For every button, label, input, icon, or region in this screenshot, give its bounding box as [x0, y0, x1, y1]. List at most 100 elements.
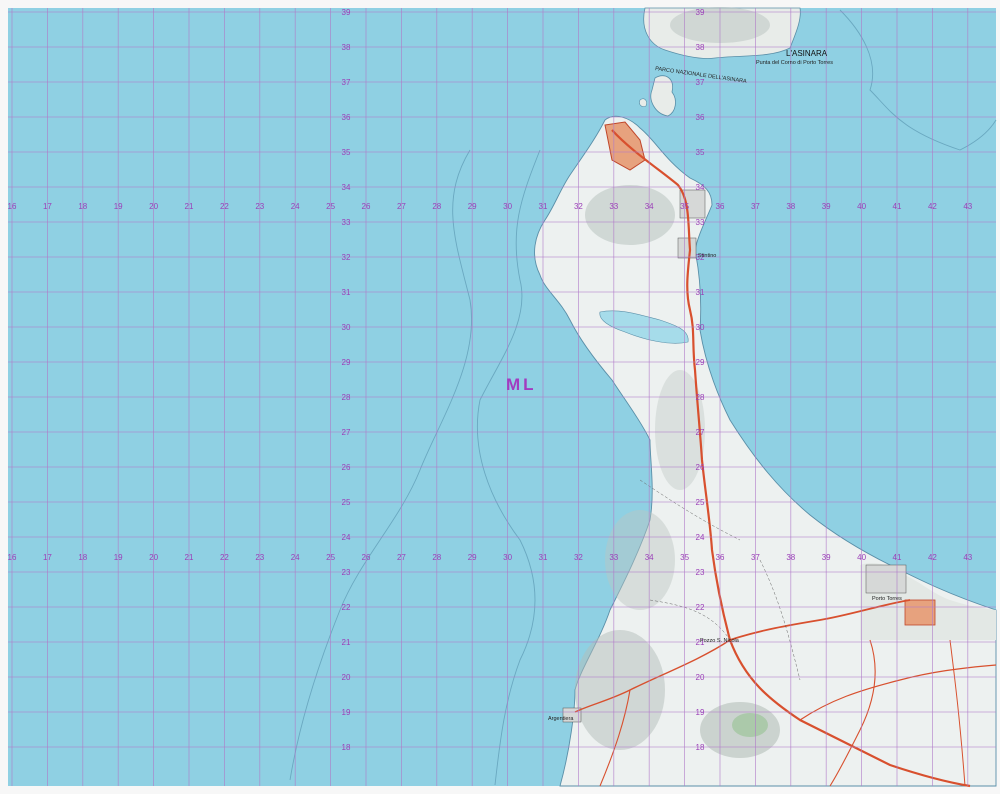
- grid-easting-label: 36: [716, 202, 725, 211]
- grid-northing-label: 37: [342, 78, 351, 87]
- grid-easting-label: 42: [928, 202, 937, 211]
- grid-northing-label: 18: [342, 743, 351, 752]
- grid-northing-label: 22: [342, 603, 351, 612]
- grid-northing-label: 35: [696, 148, 705, 157]
- grid-northing-label: 24: [342, 533, 351, 542]
- small-island: [639, 98, 647, 107]
- grid-northing-label: 20: [696, 673, 705, 682]
- place-label-argentiera: Argentiera: [548, 716, 574, 722]
- grid-easting-label: 19: [114, 202, 123, 211]
- grid-easting-label: 43: [963, 553, 972, 562]
- grid-northing-label: 39: [696, 8, 705, 17]
- grid-northing-label: 28: [342, 393, 351, 402]
- grid-zone-label: ML: [506, 375, 537, 394]
- town-block: [865, 564, 907, 594]
- grid-easting-label: 30: [503, 553, 512, 562]
- grid-easting-label: 34: [645, 202, 654, 211]
- grid-northing-label: 19: [696, 708, 705, 717]
- grid-northing-label: 38: [696, 43, 705, 52]
- grid-northing-label: 26: [342, 463, 351, 472]
- grid-easting-label: 19: [114, 553, 123, 562]
- grid-easting-label: 25: [326, 202, 335, 211]
- grid-northing-label: 23: [342, 568, 351, 577]
- grid-easting-label: 29: [468, 553, 477, 562]
- grid-easting-label: 39: [822, 202, 831, 211]
- grid-easting-label: 22: [220, 202, 229, 211]
- grid-easting-label: 18: [78, 553, 87, 562]
- grid-easting-label: 28: [432, 202, 441, 211]
- grid-northing-label: 38: [342, 43, 351, 52]
- grid-northing-label: 29: [696, 358, 705, 367]
- town-block: [904, 599, 936, 626]
- place-label-pozzo: Pozzo S. Nicola: [700, 638, 740, 644]
- grid-easting-label: 24: [291, 202, 300, 211]
- grid-easting-label: 28: [432, 553, 441, 562]
- grid-easting-label: 16: [8, 202, 17, 211]
- grid-northing-label: 30: [696, 323, 705, 332]
- grid-northing-label: 29: [342, 358, 351, 367]
- grid-easting-label: 35: [680, 202, 689, 211]
- grid-easting-label: 32: [574, 553, 583, 562]
- grid-easting-label: 29: [468, 202, 477, 211]
- place-label-stintino: Stintino: [698, 253, 716, 259]
- grid-easting-label: 40: [857, 553, 866, 562]
- grid-easting-label: 37: [751, 553, 760, 562]
- grid-northing-label: 31: [696, 288, 705, 297]
- grid-easting-label: 22: [220, 553, 229, 562]
- relief-area: [585, 185, 675, 245]
- grid-easting-label: 27: [397, 202, 406, 211]
- grid-northing-label: 36: [696, 113, 705, 122]
- place-label-porto-torres: Porto Torres: [872, 596, 902, 602]
- place-label-asinara-sub: Punta del Corno di Porto Torres: [756, 60, 833, 66]
- grid-northing-label: 27: [342, 428, 351, 437]
- grid-easting-label: 37: [751, 202, 760, 211]
- grid-northing-label: 31: [342, 288, 351, 297]
- grid-northing-label: 28: [696, 393, 705, 402]
- grid-northing-label: 26: [696, 463, 705, 472]
- grid-easting-label: 32: [574, 202, 583, 211]
- town-block: [677, 237, 697, 259]
- map-canvas: 16 16 17 17 18 18 19 19 20 20 21 21 22 22 23 23 24 24 25 25…: [0, 0, 1000, 794]
- grid-northing-label: 22: [696, 603, 705, 612]
- topographic-map: 16 16 17 17 18 18 19 19 20 20 21 21 22 22 23 23 24 24 25 25…: [0, 0, 1000, 794]
- grid-northing-label: 32: [342, 253, 351, 262]
- grid-northing-label: 33: [342, 218, 351, 227]
- grid-northing-label: 25: [342, 498, 351, 507]
- grid-northing-label: 25: [696, 498, 705, 507]
- grid-easting-label: 26: [362, 202, 371, 211]
- grid-easting-label: 35: [680, 553, 689, 562]
- grid-easting-label: 21: [185, 202, 194, 211]
- grid-easting-label: 21: [185, 553, 194, 562]
- grid-easting-label: 33: [609, 202, 618, 211]
- grid-easting-label: 20: [149, 553, 158, 562]
- grid-northing-label: 23: [696, 568, 705, 577]
- grid-northing-label: 39: [342, 8, 351, 17]
- grid-easting-label: 40: [857, 202, 866, 211]
- grid-northing-label: 37: [696, 78, 705, 87]
- grid-northing-label: 36: [342, 113, 351, 122]
- place-label-asinara: L'ASINARA: [786, 49, 828, 58]
- grid-northing-label: 30: [342, 323, 351, 332]
- grid-easting-label: 38: [786, 553, 795, 562]
- grid-easting-label: 42: [928, 553, 937, 562]
- grid-easting-label: 30: [503, 202, 512, 211]
- vegetation-area: [732, 713, 768, 737]
- grid-northing-label: 33: [696, 218, 705, 227]
- grid-easting-label: 27: [397, 553, 406, 562]
- grid-northing-label: 34: [342, 183, 351, 192]
- grid-easting-label: 31: [539, 553, 548, 562]
- grid-northing-label: 20: [342, 673, 351, 682]
- grid-easting-label: 25: [326, 553, 335, 562]
- grid-easting-label: 26: [362, 553, 371, 562]
- grid-northing-label: 19: [342, 708, 351, 717]
- grid-northing-label: 27: [696, 428, 705, 437]
- grid-easting-label: 20: [149, 202, 158, 211]
- grid-northing-label: 35: [342, 148, 351, 157]
- grid-easting-label: 17: [43, 553, 52, 562]
- grid-easting-label: 24: [291, 553, 300, 562]
- grid-northing-label: 18: [696, 743, 705, 752]
- grid-easting-label: 31: [539, 202, 548, 211]
- grid-easting-label: 36: [716, 553, 725, 562]
- grid-easting-label: 17: [43, 202, 52, 211]
- grid-easting-label: 43: [963, 202, 972, 211]
